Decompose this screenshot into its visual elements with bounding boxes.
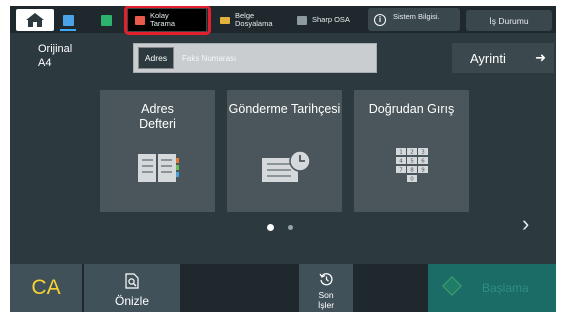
svg-text:1: 1	[399, 150, 403, 156]
address-field: Adres	[133, 43, 377, 73]
recent-jobs-label: Son İşler	[317, 290, 335, 310]
address-book-label: Adres Defteri	[139, 102, 176, 131]
details-button[interactable]: Ayrinti ➜	[452, 43, 554, 73]
fax-number-input[interactable]	[178, 47, 373, 69]
bottom-bar: CA Önizle Son İşler Başlama	[10, 264, 556, 312]
chevron-right-icon[interactable]: ›	[522, 213, 529, 235]
svg-text:2: 2	[410, 150, 414, 156]
keypad-icon: 1 2 3 4 5 6 7 8 9 0	[395, 148, 428, 183]
address-label: Adres	[144, 53, 168, 63]
original-size: A4	[38, 57, 52, 69]
clear-all-button[interactable]: CA	[10, 264, 82, 312]
info-icon: i	[374, 14, 386, 26]
address-button[interactable]: Adres	[138, 47, 174, 69]
details-label: Ayrinti	[470, 50, 506, 66]
home-icon	[26, 13, 44, 27]
device-panel: Kolay Tarama Belge Dosyalama Sharp OSA i…	[10, 6, 556, 312]
home-button[interactable]	[16, 9, 54, 31]
page-dot[interactable]	[288, 225, 293, 230]
start-button[interactable]: Başlama	[428, 264, 556, 312]
history-icon	[319, 273, 333, 286]
tab-sharp-osa[interactable]: Sharp OSA	[293, 8, 365, 32]
direct-entry-label: Doğrudan Gırış	[368, 102, 455, 116]
job-status-button[interactable]: İş Durumu	[466, 10, 552, 31]
highlight-frame	[124, 6, 211, 35]
address-book-card[interactable]: Adres Defteri	[100, 90, 215, 212]
tab-sharp-label: Sharp OSA	[312, 15, 350, 24]
svg-text:3: 3	[421, 150, 425, 156]
address-book-icon	[137, 154, 179, 182]
original-label: Orijinal	[38, 43, 73, 55]
tab-belge-dosyalama[interactable]: Belge Dosyalama	[216, 8, 288, 32]
send-history-label: Gönderme Tarihçesi	[228, 102, 341, 116]
send-history-icon	[261, 150, 311, 182]
copy-mode-icon[interactable]	[58, 10, 78, 31]
sharp-osa-icon	[297, 15, 307, 25]
svg-text:4: 4	[399, 159, 403, 165]
svg-text:9: 9	[421, 168, 425, 174]
top-bar: Kolay Tarama Belge Dosyalama Sharp OSA i…	[10, 6, 556, 35]
start-label: Başlama	[482, 281, 529, 295]
svg-text:6: 6	[421, 159, 425, 165]
preview-label: Önizle	[114, 294, 149, 308]
fax-mode-icon[interactable]	[96, 10, 116, 30]
original-size-info[interactable]: Orijinal A4	[38, 42, 72, 70]
start-icon	[442, 276, 462, 296]
preview-button[interactable]: Önizle	[84, 264, 180, 312]
tab-belge-label: Belge Dosyalama	[235, 11, 273, 28]
ca-label: CA	[31, 276, 61, 299]
page-dot-active[interactable]	[267, 224, 274, 231]
recent-jobs-button[interactable]: Son İşler	[299, 264, 353, 312]
system-info-button[interactable]: i Sistem Bilgisi.	[368, 8, 460, 31]
page-indicator	[267, 224, 293, 231]
svg-text:5: 5	[410, 159, 414, 165]
job-status-label: İş Durumu	[489, 15, 529, 26]
arrow-right-icon: ➜	[535, 50, 546, 65]
svg-text:0: 0	[410, 177, 414, 183]
system-info-label: Sistem Bilgisi.	[393, 12, 440, 21]
preview-icon	[125, 273, 139, 289]
screen: Kolay Tarama Belge Dosyalama Sharp OSA i…	[0, 0, 562, 324]
direct-entry-card[interactable]: Doğrudan Gırış 1 2 3 4 5 6 7 8 9 0	[354, 90, 469, 212]
svg-text:8: 8	[410, 168, 414, 174]
send-history-card[interactable]: Gönderme Tarihçesi	[227, 90, 342, 212]
document-filing-icon	[220, 16, 230, 24]
svg-text:7: 7	[399, 168, 403, 174]
